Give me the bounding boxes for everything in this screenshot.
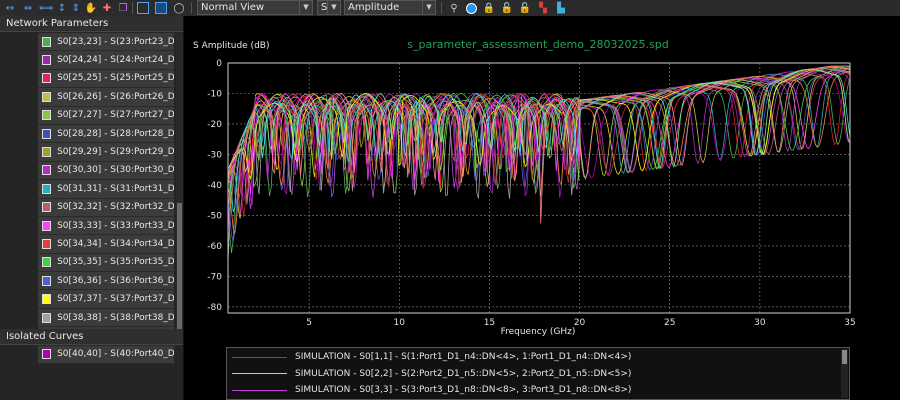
probe-icon[interactable]: ⚲ (447, 1, 461, 15)
network-parameter-item[interactable]: S0[23,23] - S(23:Port23_D1... (38, 33, 174, 52)
network-parameter-item[interactable]: S0[32,32] - S(32:Port32_D2... (38, 198, 174, 217)
legend-entry[interactable]: SIMULATION - S0[1,1] - S(1:Port1_D1_n4::… (227, 349, 839, 365)
toolbar: ↔ ⇔ ⟺ ↕ ⇕ ✋ ✚ ❐ ◯ Normal View ▼ S ▼ Ampl… (0, 0, 900, 17)
network-parameter-label: S0[28,28] - S(28:Port28_D2... (57, 128, 174, 139)
zoom-vertical-icon[interactable]: ⇕ (70, 1, 82, 15)
legend-scrollbar[interactable] (841, 349, 848, 398)
network-parameter-item[interactable]: S0[38,38] - S(38:Port38_D1... (38, 308, 174, 328)
color-swatch[interactable] (42, 294, 52, 305)
quantity-select[interactable]: Amplitude ▼ (344, 0, 436, 15)
pan-left-right-icon[interactable]: ↔ (2, 1, 18, 15)
unlock-all-icon[interactable]: 🔓 (518, 1, 532, 15)
sidebar-scroll-thumb[interactable] (177, 203, 182, 333)
network-parameter-label: S0[24,24] - S(24:Port24_D1... (57, 55, 174, 66)
network-parameter-item[interactable]: S0[31,31] - S(31:Port31_D2... (38, 180, 174, 199)
sidebar: Network Parameters S0[23,23] - S(23:Port… (0, 16, 184, 400)
network-parameter-label: S0[27,27] - S(27:Port27_D2... (57, 110, 174, 121)
network-parameter-item[interactable]: S0[24,24] - S(24:Port24_D1... (38, 51, 174, 70)
network-parameter-item[interactable]: S0[29,29] - S(29:Port29_D2... (38, 143, 174, 162)
network-parameter-label: S0[36,36] - S(36:Port36_D2... (57, 275, 174, 286)
network-parameter-item[interactable]: S0[37,37] - S(37:Port37_D1... (38, 290, 174, 309)
zoom-horizontal-icon[interactable]: ⇔ (20, 1, 36, 15)
network-parameter-item[interactable]: S0[25,25] - S(25:Port25_D1... (38, 69, 174, 89)
chevron-down-icon: ▼ (422, 1, 435, 14)
legend-entry[interactable]: SIMULATION - S0[3,3] - S(3:Port3_D1_n8::… (227, 382, 839, 398)
chevron-down-icon: ▼ (327, 1, 340, 14)
network-parameter-item[interactable]: S0[34,34] - S(34:Port34_D2... (38, 235, 174, 254)
legend-swatch (232, 356, 287, 358)
network-parameter-label: S0[30,30] - S(30:Port30_D2... (57, 165, 174, 176)
network-parameter-item[interactable]: S0[26,26] - S(26:Port26_D1... (38, 88, 174, 107)
network-parameter-item[interactable]: S0[28,28] - S(28:Port28_D2... (38, 124, 174, 144)
color-swatch[interactable] (42, 275, 52, 286)
sidebar-scrollbar[interactable] (176, 33, 183, 333)
network-parameter-label: S0[37,37] - S(37:Port37_D1... (57, 294, 174, 305)
network-parameter-label: S0[40,40] - S(40:Port40_D2... (57, 349, 174, 360)
export-icon[interactable]: ▙ (554, 1, 568, 15)
network-parameter-label: S0[23,23] - S(23:Port23_D1... (57, 36, 174, 47)
overlay-icon[interactable]: ❐ (116, 1, 130, 15)
network-parameter-label: S0[31,31] - S(31:Port31_D2... (57, 183, 174, 194)
color-swatch[interactable] (42, 73, 52, 84)
color-swatch[interactable] (42, 202, 52, 213)
legend-label: SIMULATION - S0[2,2] - S(2:Port2_D1_n5::… (295, 368, 632, 379)
param-type-select[interactable]: S ▼ (317, 0, 341, 15)
pan-vertical-icon[interactable]: ↕ (56, 1, 68, 15)
network-parameter-label: S0[25,25] - S(25:Port25_D1... (57, 73, 174, 84)
network-parameter-item[interactable]: S0[35,35] - S(35:Port35_D2... (38, 253, 174, 273)
plot-area (184, 16, 900, 400)
color-swatch[interactable] (42, 312, 52, 323)
network-parameter-item[interactable]: S0[36,36] - S(36:Port36_D2... (38, 272, 174, 291)
view-mode-value: Normal View (201, 2, 265, 13)
chevron-down-icon: ▼ (299, 1, 312, 14)
color-swatch[interactable] (42, 147, 52, 158)
quantity-value: Amplitude (348, 2, 400, 13)
network-parameters-header: Network Parameters (0, 16, 183, 32)
network-parameter-item[interactable]: S0[33,33] - S(33:Port33_D2... (38, 216, 174, 236)
zoom-out-horizontal-icon[interactable]: ⟺ (38, 1, 54, 15)
network-parameter-item[interactable]: S0[40,40] - S(40:Port40_D2... (38, 345, 174, 365)
color-swatch[interactable] (42, 110, 52, 121)
legend-entry[interactable]: SIMULATION - S0[2,2] - S(2:Port2_D1_n5::… (227, 366, 839, 382)
color-swatch[interactable] (42, 128, 52, 139)
network-parameter-label: S0[35,35] - S(35:Port35_D2... (57, 257, 174, 268)
network-parameter-item[interactable]: S0[30,30] - S(30:Port30_D2... (38, 161, 174, 181)
legend-scroll-thumb[interactable] (842, 350, 847, 364)
color-palette-icon[interactable]: ▚ (536, 1, 550, 15)
marker-icon[interactable]: ✚ (100, 1, 114, 15)
color-swatch[interactable] (42, 165, 52, 176)
color-swatch[interactable] (42, 91, 52, 102)
legend-swatch (232, 373, 287, 374)
chart-legend: SIMULATION - S0[1,1] - S(1:Port1_D1_n4::… (226, 347, 850, 400)
color-swatch[interactable] (42, 220, 52, 231)
circle-zoom-icon[interactable]: ◯ (172, 1, 186, 15)
isolated-curves-header: Isolated Curves (0, 329, 183, 345)
record-icon[interactable] (464, 1, 478, 15)
color-swatch[interactable] (42, 349, 52, 360)
fit-view-icon[interactable] (154, 1, 168, 15)
color-swatch[interactable] (42, 257, 52, 268)
network-parameter-label: S0[38,38] - S(38:Port38_D1... (57, 312, 174, 323)
network-parameter-label: S0[29,29] - S(29:Port29_D2... (57, 147, 174, 158)
view-mode-select[interactable]: Normal View ▼ (197, 0, 313, 15)
zoom-box-icon[interactable] (136, 1, 150, 15)
network-parameter-item[interactable]: S0[27,27] - S(27:Port27_D2... (38, 106, 174, 125)
legend-label: SIMULATION - S0[1,1] - S(1:Port1_D1_n4::… (295, 352, 632, 362)
unlock-icon[interactable]: 🔓 (500, 1, 514, 15)
network-parameter-label: S0[34,34] - S(34:Port34_D2... (57, 238, 174, 249)
color-swatch[interactable] (42, 55, 52, 66)
pointer-icon[interactable]: ✋ (84, 1, 98, 15)
network-parameter-label: S0[26,26] - S(26:Port26_D1... (57, 91, 174, 102)
legend-label: SIMULATION - S0[3,3] - S(3:Port3_D1_n8::… (295, 385, 632, 395)
network-parameter-list: S0[23,23] - S(23:Port23_D1... S0[24,24] -… (38, 33, 174, 365)
color-swatch[interactable] (42, 183, 52, 194)
lock-icon[interactable]: 🔒 (482, 1, 496, 15)
legend-swatch (232, 389, 287, 391)
color-swatch[interactable] (42, 238, 52, 249)
network-parameter-label: S0[33,33] - S(33:Port33_D2... (57, 220, 174, 231)
network-parameter-label: S0[32,32] - S(32:Port32_D2... (57, 202, 174, 213)
color-swatch[interactable] (42, 36, 52, 47)
